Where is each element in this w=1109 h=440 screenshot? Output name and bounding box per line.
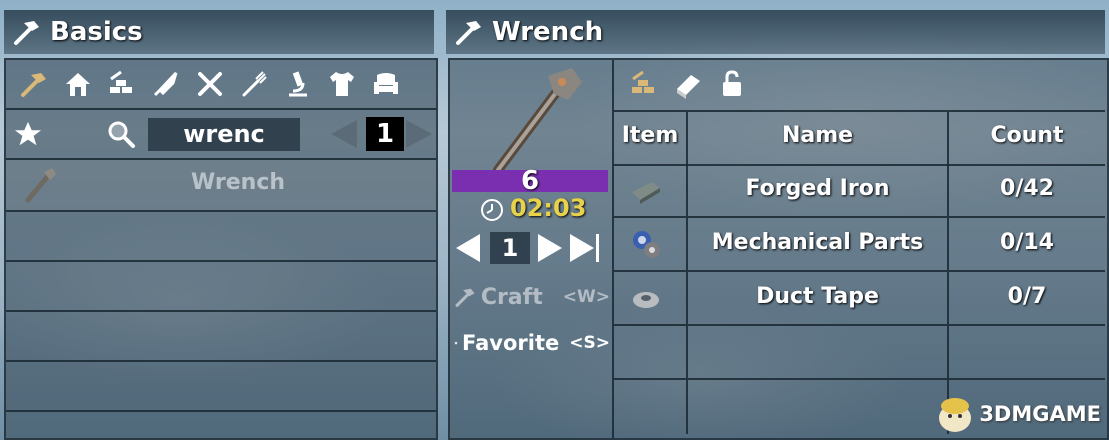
category-tab-workstations[interactable] [100, 64, 144, 104]
favorite-hotkey: <S> [569, 333, 610, 353]
hammer-icon [455, 288, 475, 307]
knife-icon [153, 71, 178, 97]
category-tab-decor[interactable] [364, 64, 408, 104]
search-input[interactable]: wrenc [148, 118, 300, 151]
recipe-panel: wrenc 1 Wrench [4, 58, 438, 440]
watermark-text: 3DMGAME [979, 402, 1101, 426]
favorite-label: Favorite [462, 331, 560, 355]
watermark: 3DMGAME [935, 394, 1101, 434]
forged-iron-icon [632, 182, 660, 204]
tools-icon [198, 72, 222, 96]
recipe-title: Wrench [492, 17, 604, 47]
star-icon [454, 341, 458, 345]
list-item[interactable] [6, 212, 436, 262]
ingredient-item-cell [614, 164, 688, 218]
quantity-max-button[interactable] [570, 234, 600, 262]
detail-tabs [614, 60, 1109, 108]
category-tab-basics[interactable] [12, 64, 56, 104]
category-tab-weapons[interactable] [144, 64, 188, 104]
craft-hotkey: <W> [562, 287, 610, 307]
category-title: Basics [50, 17, 143, 47]
ingredient-item-cell [614, 326, 688, 380]
craft-time: 02:03 [510, 194, 587, 222]
category-tab-tools[interactable] [188, 64, 232, 104]
ingredient-header-item: Item [614, 110, 688, 166]
craft-column: 6 02:03 1 Craft <W> Favorite <S> [450, 60, 614, 438]
search-row: wrenc 1 [6, 110, 436, 160]
hammer-icon [14, 21, 39, 45]
search-icon [108, 121, 135, 148]
tab-unlock[interactable] [710, 64, 754, 104]
mascot-logo-icon [939, 398, 972, 432]
microscope-icon [289, 71, 307, 97]
hammer-icon [21, 73, 46, 97]
list-item-label: Wrench [191, 170, 286, 195]
category-tab-science[interactable] [276, 64, 320, 104]
ingredient-count-cell: 0/7 [949, 272, 1105, 326]
craft-count: 6 [520, 166, 540, 196]
category-tab-building[interactable] [56, 64, 100, 104]
wrench-icon [493, 68, 582, 175]
duct-tape-icon [633, 292, 659, 308]
ingredient-count-cell: 0/14 [949, 218, 1105, 272]
favorite-star-icon[interactable] [14, 120, 42, 148]
list-item[interactable] [6, 262, 436, 312]
ingredient-header-count: Count [949, 110, 1105, 166]
ingredient-name-cell: Duct Tape [688, 272, 949, 326]
building-blocks-icon [110, 70, 132, 93]
page-number: 1 [366, 117, 404, 151]
book-icon [677, 75, 700, 99]
ingredient-name-cell [688, 326, 949, 380]
armchair-icon [374, 73, 398, 94]
page-prev-button[interactable] [331, 120, 357, 148]
ingredient-count-cell: 0/42 [949, 164, 1105, 218]
list-item[interactable]: Wrench [6, 160, 436, 212]
ingredient-name-cell: Mechanical Parts [688, 218, 949, 272]
left-header: Basics [4, 10, 434, 54]
building-blocks-icon [632, 70, 654, 93]
ingredient-item-cell [614, 380, 688, 434]
mechanical-parts-icon [633, 231, 660, 258]
ingredient-count-cell [949, 326, 1105, 380]
fork-icon [242, 71, 267, 97]
clock-icon [481, 199, 503, 221]
hammer-icon [456, 21, 481, 45]
ingredient-header-name: Name [688, 110, 949, 166]
list-item[interactable] [6, 312, 436, 362]
category-toolbar [6, 60, 436, 110]
craft-label: Craft [480, 284, 543, 310]
shirt-icon [330, 72, 354, 96]
ingredient-item-cell [614, 272, 688, 326]
recipe-detail-panel: 6 02:03 1 Craft <W> Favorite <S> Item Na… [448, 58, 1109, 440]
page-next-button[interactable] [406, 120, 432, 148]
quantity-decrease-button[interactable] [456, 234, 480, 262]
house-icon [66, 73, 90, 96]
favorite-button[interactable]: Favorite <S> [454, 328, 610, 358]
quantity-input[interactable]: 1 [490, 232, 530, 264]
unlock-icon [723, 70, 741, 96]
ingredient-name-cell: Forged Iron [688, 164, 949, 218]
category-tab-clothing[interactable] [320, 64, 364, 104]
right-header: Wrench [446, 10, 1105, 54]
ingredient-item-cell [614, 218, 688, 272]
wrench-icon [25, 168, 56, 203]
ingredient-name-cell [688, 380, 949, 434]
category-tab-food[interactable] [232, 64, 276, 104]
list-item[interactable] [6, 362, 436, 412]
craft-button[interactable]: Craft <W> [454, 282, 610, 312]
quantity-increase-button[interactable] [538, 234, 562, 262]
tab-ingredients[interactable] [622, 64, 666, 104]
tab-description[interactable] [666, 64, 710, 104]
